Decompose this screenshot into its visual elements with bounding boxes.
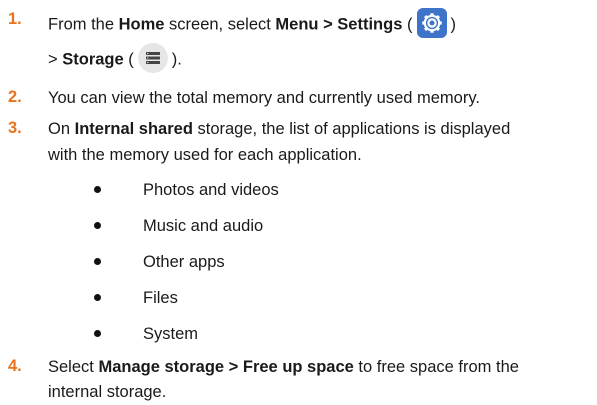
text-fragment: screen, select xyxy=(164,15,276,34)
text-fragment: ). xyxy=(171,50,182,69)
list-item-label: Other apps xyxy=(143,253,225,271)
ui-term-home: Home xyxy=(118,15,165,34)
step-number: 4. xyxy=(8,357,22,375)
ui-term-menu-settings: Menu > Settings xyxy=(275,15,403,34)
text-fragment: > xyxy=(48,50,63,69)
text-fragment: ( xyxy=(123,50,134,69)
ui-term-internal-shared: Internal shared xyxy=(74,120,193,138)
step-text-line: You can view the total memory and curren… xyxy=(48,89,480,107)
step-number: 3. xyxy=(8,119,22,137)
step-text-line: with the memory used for each applicatio… xyxy=(48,146,362,164)
list-item-label: System xyxy=(143,325,199,343)
list-item-label: Music and audio xyxy=(143,217,264,235)
bullet-icon xyxy=(94,294,101,301)
text-fragment: Select xyxy=(48,358,99,376)
text-fragment: From the xyxy=(48,15,119,34)
bullet-icon xyxy=(94,330,101,337)
text-fragment: to free space from the xyxy=(353,358,519,376)
step-text-line: Select Manage storage > Free up space to… xyxy=(48,357,519,377)
text-fragment: On xyxy=(48,120,75,138)
step-text-line: internal storage. xyxy=(48,383,167,401)
bullet-icon xyxy=(94,258,101,265)
ui-term-manage-storage: Manage storage > Free up space xyxy=(98,358,354,376)
ui-term-storage: Storage xyxy=(62,50,124,69)
list-item-label: Files xyxy=(143,289,178,307)
storage-icon xyxy=(137,43,168,73)
step-number: 2. xyxy=(8,88,22,106)
list-item-label: Photos and videos xyxy=(143,181,279,199)
bullet-icon xyxy=(94,222,101,229)
text-fragment: ) xyxy=(450,15,457,34)
gear-icon xyxy=(416,8,447,38)
text-fragment: storage, the list of applications is dis… xyxy=(192,120,511,138)
step-text-line: On Internal shared storage, the list of … xyxy=(48,119,510,139)
step-number: 1. xyxy=(8,10,22,28)
text-fragment: ( xyxy=(402,15,413,34)
step-text-line: From the Home screen, select Menu > Sett… xyxy=(48,8,457,40)
bullet-icon xyxy=(94,186,101,193)
step-text-line: > Storage ( ). xyxy=(48,43,182,75)
